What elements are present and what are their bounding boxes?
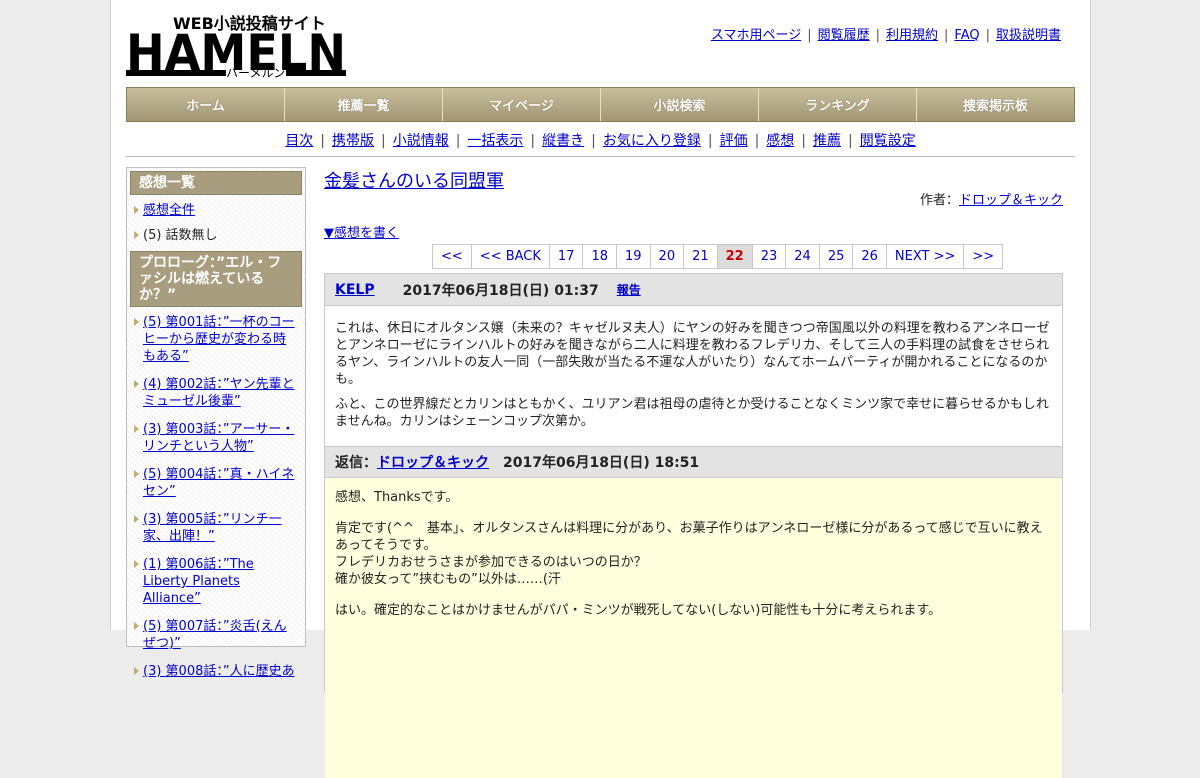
subnav-reviews[interactable]: 感想 (766, 133, 794, 149)
sidebar-item-all: 感想全件 (130, 199, 302, 224)
subnav-view-settings[interactable]: 閲覧設定 (860, 133, 916, 149)
reply-line: 確か彼女って”挟むもの”以外は……(汗 (335, 572, 561, 587)
logo-kana: ハーメルン (226, 66, 285, 80)
list-item: (4) 第002話：”ヤン先輩とミューゼル後輩” (130, 373, 302, 418)
sidebar-item-no-chapter: (5) 話数無し (130, 224, 302, 249)
page-number[interactable]: 26 (853, 245, 887, 268)
main-nav: ホーム 推薦一覧 マイページ 小説検索 ランキング 捜索掲示板 (126, 87, 1075, 122)
review-header: KELP 2017年06月18日(日) 01:37 報告 (325, 274, 1062, 306)
reply-line: 肯定です(^^ 基本」、オルタンスさんは料理に分があり、お菓子作りはアンネローゼ… (335, 521, 1043, 553)
reply-paragraph: 肯定です(^^ 基本」、オルタンスさんは料理に分があり、お菓子作りはアンネローゼ… (335, 520, 1052, 588)
sidebar-list: 感想全件 (5) 話数無し (130, 195, 302, 251)
page-number[interactable]: 18 (583, 245, 617, 268)
subnav-favorite[interactable]: お気に入り登録 (603, 133, 701, 149)
page-number[interactable]: 25 (820, 245, 854, 268)
chapter-link[interactable]: (5) 第001話：”一杯のコーヒーから歴史が変わる時もある” (143, 315, 295, 364)
nav-recommendations[interactable]: 推薦一覧 (285, 88, 443, 121)
chapter-link[interactable]: (4) 第002話：”ヤン先輩とミューゼル後輩” (143, 377, 295, 409)
review-paragraph: これは、休日にオルタンス嬢（未来の？キャゼルヌ夫人）にヤンの好みを聞きつつ帝国風… (335, 321, 1050, 387)
review-sidebar: 感想一覧 感想全件 (5) 話数無し プロローグ：”エル・ファシルは燃えているか… (126, 167, 306, 679)
author-label: 作者： (919, 193, 959, 208)
write-review-link[interactable]: ▼感想を書く (324, 222, 399, 241)
list-item: (1) 第006話：”The Liberty Planets Alliance” (130, 553, 302, 615)
list-item: (3) 第003話：”アーサー・リンチという人物” (130, 418, 302, 463)
reviewer-link[interactable]: KELP (335, 282, 375, 298)
page-container: WEB小説投稿サイト HAMELN ハーメルン スマホ用ページ | 閲覧履歴 | 利用規… (110, 0, 1091, 778)
report-link[interactable]: 報告 (617, 281, 641, 298)
reply-header: 返信： ドロップ＆キック 2017年06月18日(日) 18:51 (325, 446, 1062, 478)
subnav-mobile[interactable]: 携帯版 (332, 133, 374, 149)
page-last[interactable]: >> (964, 245, 1002, 268)
subnav-recommend[interactable]: 推薦 (813, 133, 841, 149)
list-item: (5) 第007話：”炎舌(えんぜつ)” (130, 615, 302, 660)
list-item: (3) 第008話：”人に歴史あ (130, 660, 302, 688)
page-number[interactable]: 23 (753, 245, 787, 268)
manual-link[interactable]: 取扱説明書 (996, 28, 1061, 43)
subnav-rating[interactable]: 評価 (720, 133, 748, 149)
page-number[interactable]: 17 (550, 245, 584, 268)
divider (126, 156, 1075, 157)
page-number[interactable]: 24 (786, 245, 820, 268)
sub-nav: 目次 | 携帯版 | 小説情報 | 一括表示 | 縦書き | お気に入り登録 | 評価 | 感想 | 推薦 | 閲覧… (285, 133, 916, 149)
reply-date: 2017年06月18日(日) 18:51 (503, 455, 700, 471)
review-date: 2017年06月18日(日) 01:37 (402, 282, 599, 299)
subnav-toc[interactable]: 目次 (285, 133, 313, 149)
page-current: 22 (717, 245, 753, 268)
page-number[interactable]: 19 (617, 245, 651, 268)
subnav-bulk-view[interactable]: 一括表示 (467, 133, 523, 149)
nav-home[interactable]: ホーム (127, 88, 285, 121)
page-number[interactable]: 21 (684, 245, 718, 268)
review-paragraph: ふと、この世界線だとカリンはともかく、ユリアン君は祖母の虐待とか受けることなくミ… (335, 397, 1049, 429)
review-body: これは、休日にオルタンス嬢（未来の？キャゼルヌ夫人）にヤンの好みを聞きつつ帝国風… (325, 306, 1062, 446)
reply-line: フレデリカおせうさまが参加できるのはいつの日か？ (335, 555, 647, 570)
chapter-link[interactable]: (3) 第003話：”アーサー・リンチという人物” (143, 422, 294, 454)
review-card: KELP 2017年06月18日(日) 01:37 報告 これは、休日にオルタン… (324, 273, 1063, 778)
novel-title[interactable]: 金髪さんのいる同盟軍 (324, 167, 504, 193)
sidebar-chapter-heading: プロローグ：”エル・ファシルは燃えているか？” (130, 251, 302, 307)
nav-ranking[interactable]: ランキング (759, 88, 917, 121)
chapter-link[interactable]: (3) 第008話：”人に歴史あ (143, 664, 295, 679)
pagination: << << BACK 17 18 19 20 21 22 23 24 25 26… (432, 244, 1004, 269)
page-number[interactable]: 20 (651, 245, 685, 268)
subnav-novel-info[interactable]: 小説情報 (393, 133, 449, 149)
list-item: (3) 第005話：”リンチ一家、出陣！” (130, 508, 302, 553)
reply-body: 感想、Thanksです。 肯定です(^^ 基本」、オルタンスさんは料理に分があり… (325, 478, 1062, 778)
page-next[interactable]: NEXT >> (887, 245, 965, 268)
nav-mypage[interactable]: マイページ (443, 88, 601, 121)
list-item: (5) 第001話：”一杯のコーヒーから歴史が変わる時もある” (130, 311, 302, 373)
subnav-vertical[interactable]: 縦書き (542, 133, 584, 149)
sidebar-chapter-list: (5) 第001話：”一杯のコーヒーから歴史が変わる時もある” (4) 第002… (130, 307, 302, 694)
reply-label: 返信： (335, 455, 377, 471)
chapter-link[interactable]: (5) 第004話：”真・ハイネセン” (143, 467, 294, 499)
smartphone-link[interactable]: スマホ用ページ (711, 28, 801, 43)
terms-link[interactable]: 利用規約 (886, 28, 938, 43)
reply-paragraph: 感想、Thanksです。 (335, 490, 459, 505)
author-link[interactable]: ドロップ＆キック (959, 193, 1063, 208)
chapter-link[interactable]: (1) 第006話：”The Liberty Planets Alliance” (143, 557, 254, 606)
nav-search-board[interactable]: 捜索掲示板 (917, 88, 1074, 121)
nav-novel-search[interactable]: 小説検索 (601, 88, 759, 121)
page-first[interactable]: << (433, 245, 472, 268)
history-link[interactable]: 閲覧履歴 (818, 28, 870, 43)
list-item: (5) 第004話：”真・ハイネセン” (130, 463, 302, 508)
sidebar-heading: 感想一覧 (130, 171, 302, 195)
faq-link[interactable]: FAQ (954, 28, 979, 43)
hameln-logo[interactable]: WEB小説投稿サイト HAMELN ハーメルン (126, 10, 346, 82)
author-line: 作者：ドロップ＆キック (920, 189, 1063, 208)
top-links: スマホ用ページ | 閲覧履歴 | 利用規約 | FAQ | 取扱説明書 (710, 28, 1061, 43)
reply-author-link[interactable]: ドロップ＆キック (377, 452, 489, 472)
reply-paragraph: はい。確定的なことはかけませんがパパ・ミンツが戦死してない(しない)可能性も十分… (335, 603, 942, 618)
chapter-link[interactable]: (5) 第007話：”炎舌(えんぜつ)” (143, 619, 287, 651)
all-reviews-link[interactable]: 感想全件 (143, 203, 195, 218)
page-back[interactable]: << BACK (472, 245, 550, 268)
chapter-link[interactable]: (3) 第005話：”リンチ一家、出陣！” (143, 512, 282, 544)
